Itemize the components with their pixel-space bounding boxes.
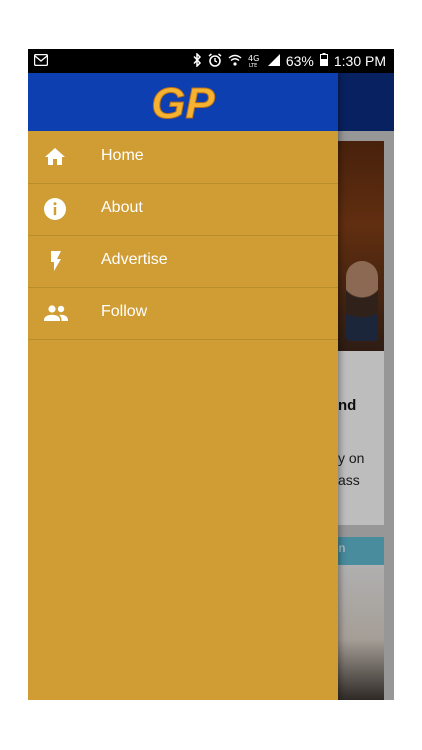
phone-screen: 4G LTE 63% 1:30 PM nd y on ass in GP Hom… — [28, 49, 394, 700]
drawer-header: GP — [28, 73, 338, 131]
menu-item-label: Advertise — [101, 251, 168, 268]
menu-item-label: Follow — [101, 303, 148, 320]
alarm-icon — [208, 52, 222, 70]
signal-icon — [267, 53, 280, 69]
battery-icon — [319, 53, 328, 69]
menu-item-follow[interactable]: Follow — [28, 287, 338, 340]
people-icon — [43, 301, 68, 325]
svg-text:4G: 4G — [248, 54, 259, 63]
menu-item-home[interactable]: Home — [28, 131, 338, 184]
gp-logo: GP — [151, 80, 216, 124]
navigation-drawer: GP Home About Advertise Follow — [28, 73, 338, 700]
menu-item-label: Home — [101, 147, 144, 164]
flash-icon — [43, 249, 67, 273]
wifi-icon — [228, 53, 242, 69]
logo-text: GP — [151, 80, 215, 124]
svg-text:LTE: LTE — [249, 63, 257, 67]
bluetooth-icon — [192, 51, 202, 70]
info-icon — [43, 197, 67, 221]
clock: 1:30 PM — [333, 53, 386, 69]
battery-percent: 63% — [285, 53, 314, 69]
home-icon — [43, 145, 67, 169]
lte-icon: 4G LTE — [248, 53, 262, 70]
menu-item-advertise[interactable]: Advertise — [28, 235, 338, 288]
mail-notification-icon — [33, 53, 49, 69]
menu-item-about[interactable]: About — [28, 183, 338, 236]
menu-item-label: About — [101, 199, 143, 216]
status-bar: 4G LTE 63% 1:30 PM — [28, 49, 394, 73]
